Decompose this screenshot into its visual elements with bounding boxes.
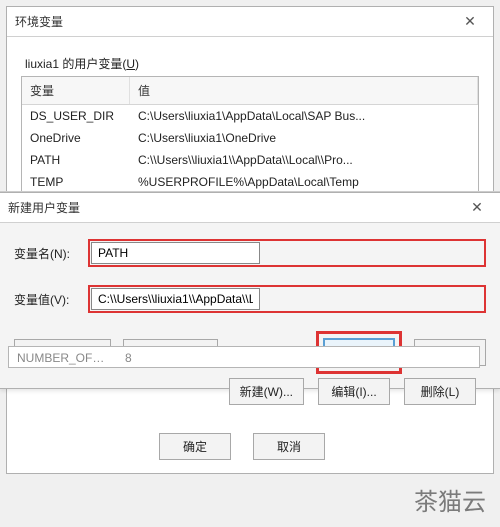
close-icon[interactable]: ✕ <box>462 199 492 216</box>
highlight-box <box>88 239 486 267</box>
env-title-bar: 环境变量 ✕ <box>7 7 493 37</box>
system-vars-buttons: 新建(W)... 编辑(I)... 删除(L) <box>8 378 476 405</box>
col-header-val[interactable]: 值 <box>130 77 478 104</box>
var-name-input[interactable] <box>91 242 260 264</box>
watermark-text: 茶猫云 <box>414 482 486 517</box>
col-header-var[interactable]: 变量 <box>22 77 130 104</box>
var-value-input[interactable] <box>91 288 260 310</box>
system-vars-table[interactable]: NUMBER_OF_PR... 8 <box>8 346 480 368</box>
ok-button[interactable]: 确定 <box>159 433 231 460</box>
table-header: 变量 值 <box>22 77 478 105</box>
new-button[interactable]: 新建(W)... <box>229 378 304 405</box>
cancel-button[interactable]: 取消 <box>253 433 325 460</box>
env-window-title: 环境变量 <box>15 13 63 30</box>
table-row[interactable]: OneDrive C:\Users\liuxia1\OneDrive <box>22 127 478 149</box>
system-vars-area: NUMBER_OF_PR... 8 新建(W)... 编辑(I)... 删除(L… <box>8 346 480 460</box>
close-icon[interactable]: ✕ <box>455 13 485 30</box>
delete-button[interactable]: 删除(L) <box>404 378 476 405</box>
edit-button[interactable]: 编辑(I)... <box>318 378 390 405</box>
var-value-label: 变量值(V): <box>14 291 88 308</box>
table-row[interactable]: TEMP %USERPROFILE%\AppData\Local\Temp <box>22 171 478 193</box>
var-name-label: 变量名(N): <box>14 245 88 262</box>
table-row[interactable]: DS_USER_DIR C:\Users\liuxia1\AppData\Loc… <box>22 105 478 127</box>
user-vars-label: liuxia1 的用户变量(U) <box>25 55 479 72</box>
new-var-title: 新建用户变量 <box>8 199 80 216</box>
new-var-title-bar: 新建用户变量 ✕ <box>0 193 500 223</box>
var-value-row: 变量值(V): <box>14 285 486 313</box>
var-name-row: 变量名(N): <box>14 239 486 267</box>
env-footer-buttons: 确定 取消 <box>8 433 476 460</box>
highlight-box <box>88 285 486 313</box>
table-row[interactable]: PATH C:\\Users\\liuxia1\\AppData\\Local\… <box>22 149 478 171</box>
table-row[interactable]: NUMBER_OF_PR... 8 <box>9 347 479 368</box>
